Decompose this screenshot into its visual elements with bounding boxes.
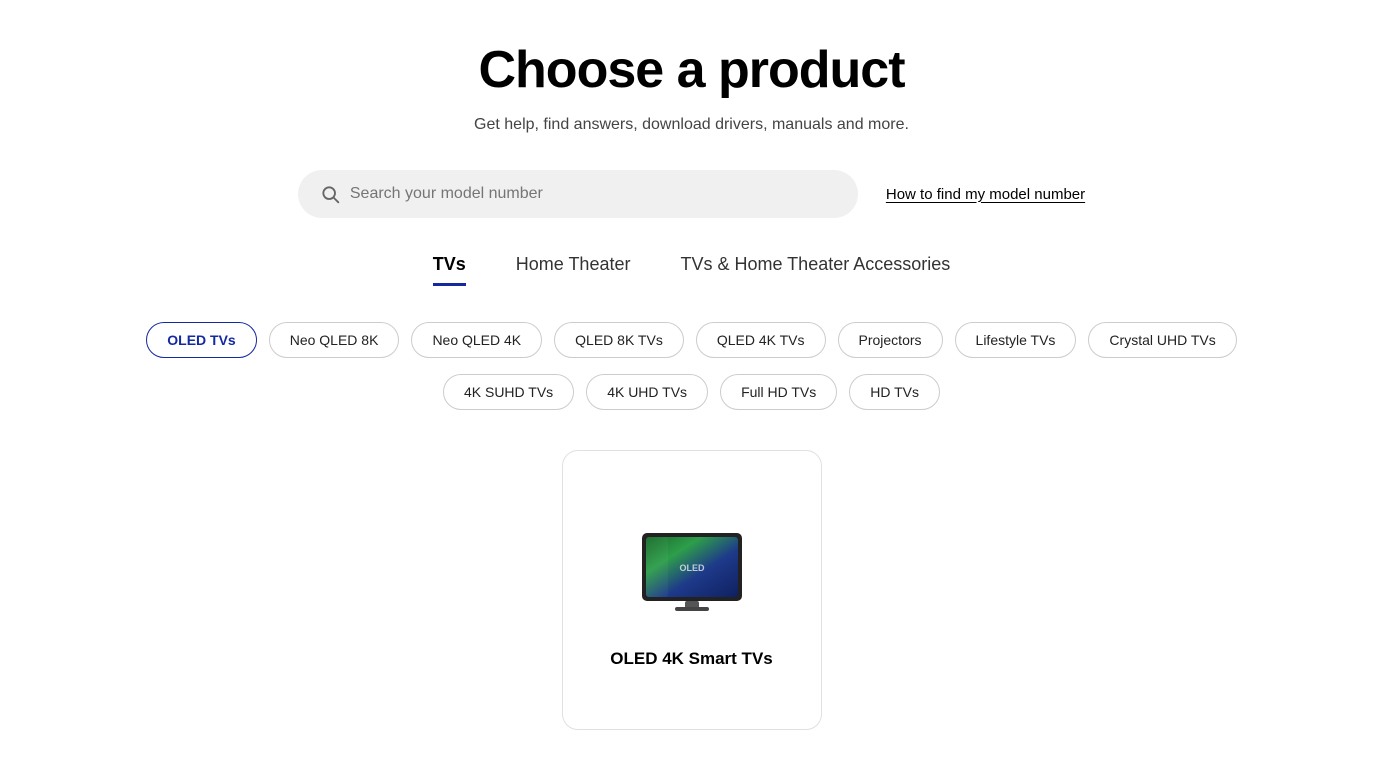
tab-accessories[interactable]: TVs & Home Theater Accessories [680, 254, 950, 286]
filter-crystal-uhd-tvs[interactable]: Crystal UHD TVs [1088, 322, 1236, 358]
page-container: Choose a product Get help, find answers,… [0, 0, 1383, 770]
page-subtitle: Get help, find answers, download drivers… [474, 116, 909, 134]
filter-neo-qled-8k[interactable]: Neo QLED 8K [269, 322, 400, 358]
filter-full-hd-tvs[interactable]: Full HD TVs [720, 374, 837, 410]
filters-section: OLED TVs Neo QLED 8K Neo QLED 4K QLED 8K… [142, 322, 1242, 410]
tab-tvs[interactable]: TVs [433, 254, 466, 286]
model-number-link[interactable]: How to find my model number [886, 186, 1085, 203]
products-grid: OLED OLED 4K Smart TVs [142, 450, 1242, 730]
page-title: Choose a product [478, 40, 904, 100]
product-card-oled-4k[interactable]: OLED OLED 4K Smart TVs [562, 450, 822, 730]
product-image-oled-4k: OLED [627, 515, 757, 625]
filter-neo-qled-4k[interactable]: Neo QLED 4K [411, 322, 542, 358]
filter-4k-suhd-tvs[interactable]: 4K SUHD TVs [443, 374, 574, 410]
filter-qled-8k-tvs[interactable]: QLED 8K TVs [554, 322, 684, 358]
filters-row-1: OLED TVs Neo QLED 8K Neo QLED 4K QLED 8K… [146, 322, 1236, 358]
product-name-oled-4k: OLED 4K Smart TVs [610, 649, 773, 669]
search-icon [320, 184, 340, 204]
search-input[interactable] [350, 185, 836, 203]
filter-hd-tvs[interactable]: HD TVs [849, 374, 940, 410]
filter-oled-tvs[interactable]: OLED TVs [146, 322, 256, 358]
tab-home-theater[interactable]: Home Theater [516, 254, 631, 286]
search-row: How to find my model number [242, 170, 1142, 218]
filters-row-2: 4K SUHD TVs 4K UHD TVs Full HD TVs HD TV… [443, 374, 940, 410]
tv-illustration: OLED [637, 525, 747, 615]
filter-qled-4k-tvs[interactable]: QLED 4K TVs [696, 322, 826, 358]
filter-lifestyle-tvs[interactable]: Lifestyle TVs [955, 322, 1077, 358]
filter-projectors[interactable]: Projectors [838, 322, 943, 358]
search-box[interactable] [298, 170, 858, 218]
svg-text:OLED: OLED [679, 563, 705, 573]
filter-4k-uhd-tvs[interactable]: 4K UHD TVs [586, 374, 708, 410]
tabs-row: TVs Home Theater TVs & Home Theater Acce… [433, 254, 951, 286]
